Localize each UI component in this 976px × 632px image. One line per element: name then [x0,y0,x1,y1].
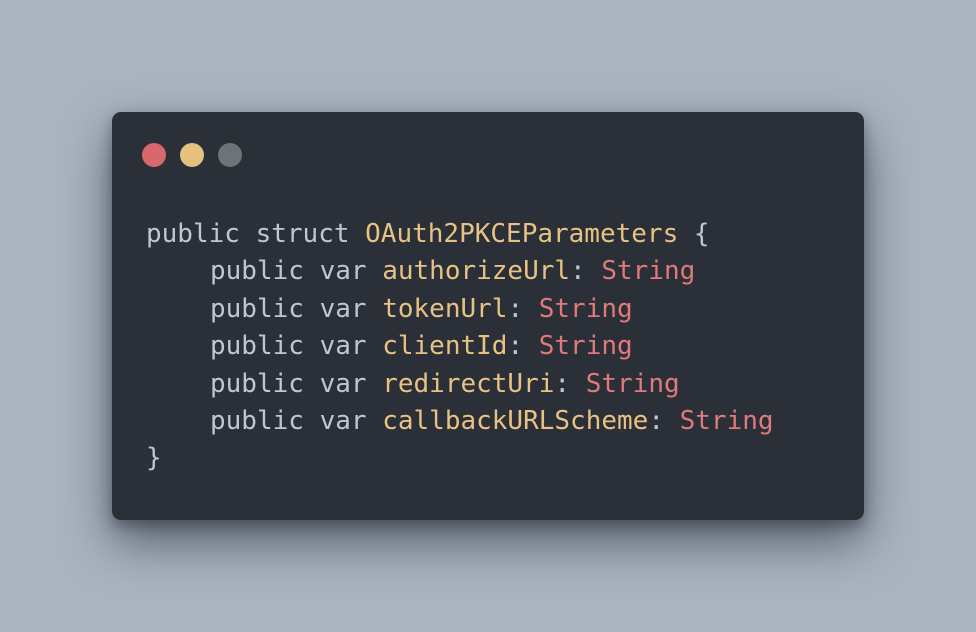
code-token-keyword: var [319,368,367,399]
code-token-type: String [538,331,633,362]
zoom-dot-icon[interactable] [218,143,242,167]
code-token-keyword: var [319,331,367,362]
code-token-identifier: clientId [382,331,508,362]
code-token-identifier: tokenUrl [382,293,508,324]
code-line: } [146,440,774,477]
code-token-identifier: OAuth2PKCEParameters [365,219,679,249]
code-token-keyword: public [210,293,304,324]
minimize-dot-icon[interactable] [180,143,204,167]
code-line: public var redirectUri: String [146,366,774,403]
code-token-type: String [601,256,696,287]
code-line: public struct OAuth2PKCEParameters { [146,216,774,253]
code-window: public struct OAuth2PKCEParameters {publ… [112,112,864,520]
code-token-type: String [585,368,680,399]
code-token-keyword: struct [255,219,350,249]
code-token-keyword: var [319,405,367,436]
code-token-identifier: callbackURLScheme [382,405,649,436]
code-token-identifier: authorizeUrl [382,256,571,287]
code-line: public var authorizeUrl: String [146,253,774,290]
window-controls [142,143,242,167]
code-token-punctuation: { [693,219,710,249]
code-block: public struct OAuth2PKCEParameters {publ… [146,216,774,478]
code-line: public var tokenUrl: String [146,291,774,328]
code-token-punctuation: : [554,368,586,399]
code-token-keyword: public [146,219,240,249]
code-token-keyword: public [210,368,304,399]
code-token-type: String [679,405,774,436]
code-token-punctuation: : [507,293,539,324]
code-token-type: String [538,293,633,324]
code-token-punctuation: : [648,405,680,436]
code-token-keyword: public [210,331,304,362]
code-token-punctuation: : [507,331,539,362]
code-line: public var callbackURLScheme: String [146,403,774,440]
code-token-identifier: redirectUri [382,368,555,399]
code-token-punctuation: : [570,256,602,287]
close-dot-icon[interactable] [142,143,166,167]
code-token-keyword: public [210,405,304,436]
code-token-punctuation: } [146,443,162,474]
code-line: public var clientId: String [146,328,774,365]
code-token-keyword: var [319,293,367,324]
code-token-keyword: var [319,256,367,287]
code-token-keyword: public [210,256,304,287]
